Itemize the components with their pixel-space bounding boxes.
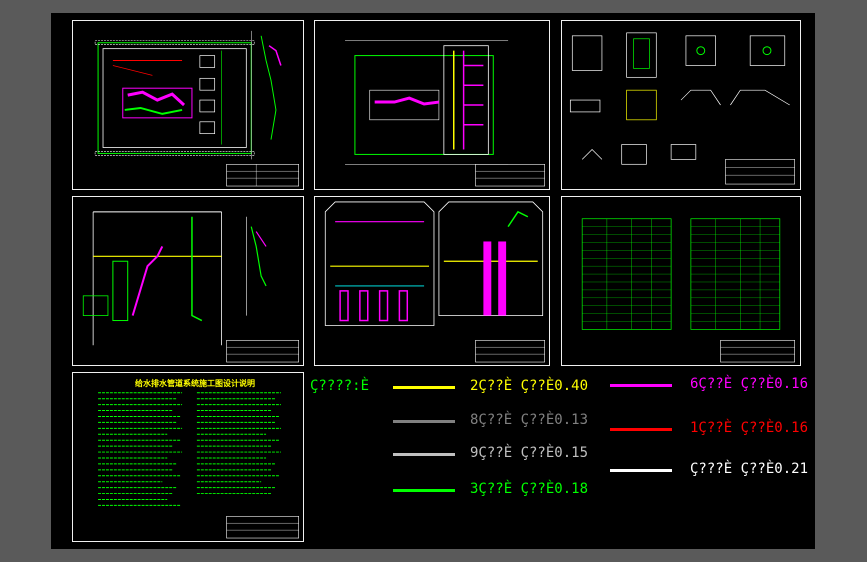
sheet-design-notes[interactable] [72,372,304,542]
legend-label-yellow: 2Ç??È Ç??È0.40 [470,378,589,394]
legend-line-yellow [393,386,455,389]
legend-header: Ç????:È [310,378,370,394]
sheet-material-tables[interactable] [561,196,801,366]
legend-label-light-gray: 9Ç??È Ç??È0.15 [470,445,589,461]
sheet-pump-room-plan[interactable] [314,20,550,190]
section-2-drawing [324,201,545,363]
sheet-section-2[interactable] [314,196,550,366]
legend-label-dark-gray: 8Ç??È Ç??È0.13 [470,412,589,428]
sheet-section-1[interactable] [72,196,304,366]
legend-line-light-gray [393,453,455,456]
details-drawing [569,32,795,185]
design-notes-title: 给水排水管道系统施工图设计说明 [135,379,255,388]
legend-label-green: 3Ç??È Ç??È0.18 [470,481,589,497]
legend-line-green [393,489,455,492]
section-1-drawing [82,211,299,363]
design-notes-drawing [98,392,299,539]
pump-room-plan-drawing [345,40,545,187]
floor-plan-drawing [94,30,299,187]
material-tables-drawing [581,218,795,363]
legend-line-red [610,428,672,431]
legend-label-red: 1Ç??È Ç??È0.16 [690,420,809,436]
legend-line-magenta [610,384,672,387]
legend-line-white [610,469,672,472]
legend-line-dark-gray [393,420,455,423]
legend-label-white: Ç???È Ç??È0.21 [690,461,809,477]
sheet-floor-plan[interactable] [72,20,304,190]
legend-label-magenta: 6Ç??È Ç??È0.16 [690,376,809,392]
sheet-details[interactable] [561,20,801,190]
